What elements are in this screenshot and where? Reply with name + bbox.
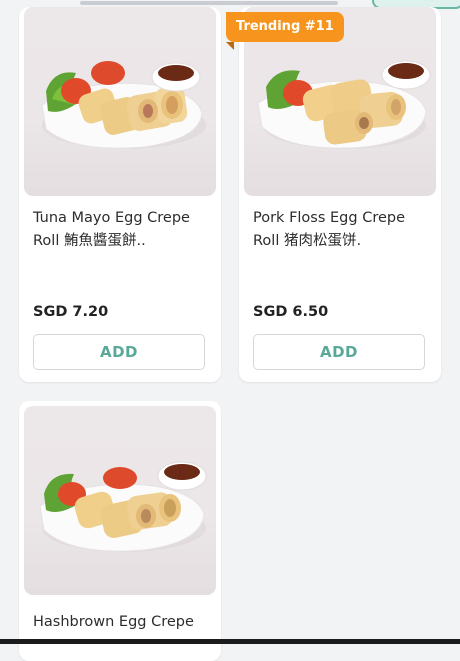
scroll-track — [80, 1, 338, 5]
add-button[interactable]: ADD — [253, 334, 425, 370]
top-scroll-indicator — [0, 0, 460, 9]
product-price: SGD 6.50 — [253, 304, 329, 320]
product-card[interactable]: Hashbrown Egg Crepe — [19, 401, 221, 661]
system-navigation-bar — [0, 639, 460, 644]
trending-badge: Trending #11 — [226, 12, 344, 42]
product-card[interactable]: Trending #11 Pork Floss Egg Crepe Roll 猪… — [226, 7, 441, 382]
badge-fold — [226, 42, 234, 50]
product-image — [24, 7, 216, 196]
product-card[interactable]: Tuna Mayo Egg Crepe Roll 鮪魚醬蛋餅.. SGD 7.2… — [19, 7, 221, 382]
product-title: Hashbrown Egg Crepe — [33, 614, 194, 630]
product-price: SGD 7.20 — [33, 304, 109, 320]
add-button[interactable]: ADD — [33, 334, 205, 370]
crepe-plate-image — [41, 61, 206, 149]
crepe-plate-image — [39, 461, 207, 552]
product-image — [24, 406, 216, 595]
product-title: Tuna Mayo Egg Crepe Roll 鮪魚醬蛋餅.. — [33, 210, 190, 249]
product-title: Pork Floss Egg Crepe Roll 猪肉松蛋饼. — [253, 210, 406, 249]
